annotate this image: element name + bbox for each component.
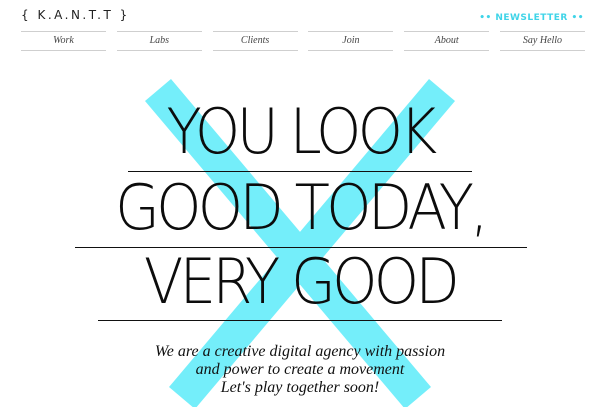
tagline-line-1: We are a creative digital agency with pa… (154, 343, 446, 360)
tagline: We are a creative digital agency with pa… (0, 343, 600, 397)
tagline-line-3: Let's play together soon! (220, 379, 380, 396)
tagline-line-2: and power to create a movement (195, 361, 405, 378)
